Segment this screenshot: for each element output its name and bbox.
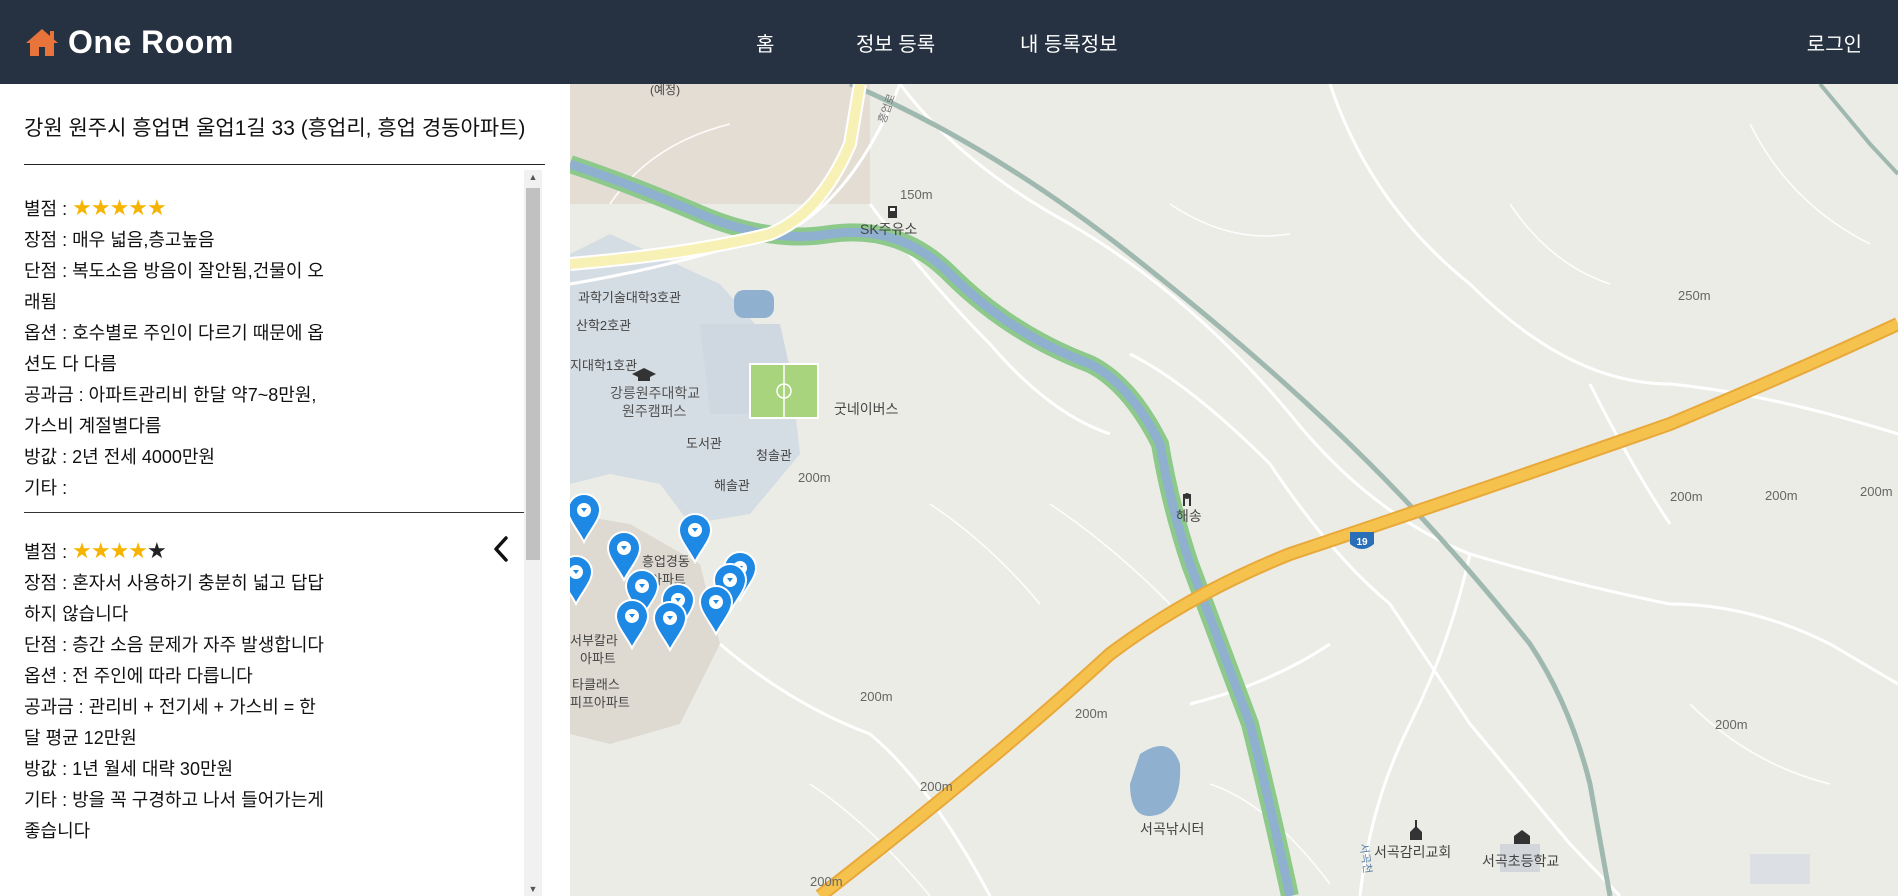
review-list[interactable]: 별점 : ★★★★★ 장점 : 매우 넓음,층고높음 단점 : 복도소음 방음이…	[24, 170, 524, 896]
review-scrollbar[interactable]: ▲ ▼	[524, 170, 542, 896]
review-price: 방값 : 1년 월세 대략 30만원	[24, 759, 234, 779]
review-etc: 기타 :	[24, 478, 68, 498]
location-marker-icon[interactable]	[570, 555, 594, 607]
review-cons: 단점 : 층간 소음 문제가 자주 발생합니다	[24, 635, 324, 655]
scroll-down-arrow-icon[interactable]: ▼	[524, 882, 542, 896]
divider	[24, 164, 545, 165]
location-marker-icon[interactable]	[614, 599, 650, 651]
brand-name: One Room	[68, 23, 234, 60]
review-panel: 강원 원주시 흥업면 울업1길 33 (흥업리, 흥업 경동아파트) 별점 : …	[0, 84, 570, 896]
marker-layer	[570, 493, 758, 653]
star-rating: ★★★★★	[72, 195, 167, 220]
collapse-chevron-left-icon[interactable]	[488, 532, 514, 566]
location-marker-icon[interactable]	[698, 585, 734, 637]
review-pros: 장점 : 혼자서 사용하기 충분히 넓고 답답하지 않습니다	[24, 573, 324, 624]
address-title: 강원 원주시 흥업면 울업1길 33 (흥업리, 흥업 경동아파트)	[24, 117, 526, 140]
scroll-thumb[interactable]	[526, 188, 540, 560]
map-view[interactable]: 19 150m 250m 200m 200m 200m 200m 200m 20…	[570, 84, 1898, 896]
location-marker-icon[interactable]	[677, 513, 713, 565]
review-options: 옵션 : 호수별로 주인이 다르기 때문에 옵션도 다 다름	[24, 323, 324, 374]
star-rating: ★★★★★	[72, 538, 167, 563]
top-navbar: One Room 홈 정보 등록 내 등록정보 로그인	[0, 0, 1898, 84]
rating-row: 별점 : ★★★★★	[24, 195, 167, 220]
login-link[interactable]: 로그인	[1807, 0, 1862, 84]
scroll-up-arrow-icon[interactable]: ▲	[524, 170, 542, 184]
review-cons: 단점 : 복도소음 방음이 잘안됨,건물이 오래됨	[24, 261, 324, 312]
location-marker-icon[interactable]	[570, 493, 602, 545]
nav-my-info[interactable]: 내 등록정보	[1020, 0, 1118, 84]
review-card: 별점 : ★★★★★ 장점 : 혼자서 사용하기 충분히 넓고 답답하지 않습니…	[24, 513, 524, 896]
brand-logo[interactable]: One Room	[24, 20, 234, 64]
review-etc: 기타 : 방을 꼭 구경하고 나서 들어가는게 좋습니다	[24, 790, 324, 841]
rating-row: 별점 : ★★★★★	[24, 538, 167, 563]
location-marker-icon[interactable]	[652, 601, 688, 653]
review-utilities: 공과금 : 관리비 + 전기세 + 가스비 = 한달 평균 12만원	[24, 697, 316, 748]
review-options: 옵션 : 전 주인에 따라 다릅니다	[24, 666, 253, 686]
review-price: 방값 : 2년 전세 4000만원	[24, 447, 215, 467]
nav-home[interactable]: 홈	[756, 0, 774, 84]
review-card: 별점 : ★★★★★ 장점 : 매우 넓음,층고높음 단점 : 복도소음 방음이…	[24, 170, 524, 513]
nav-register-info[interactable]: 정보 등록	[856, 0, 935, 84]
review-pros: 장점 : 매우 넓음,층고높음	[24, 230, 215, 250]
house-icon	[26, 29, 58, 56]
review-utilities: 공과금 : 아파트관리비 한달 약7~8만원, 가스비 계절별다름	[24, 385, 317, 436]
